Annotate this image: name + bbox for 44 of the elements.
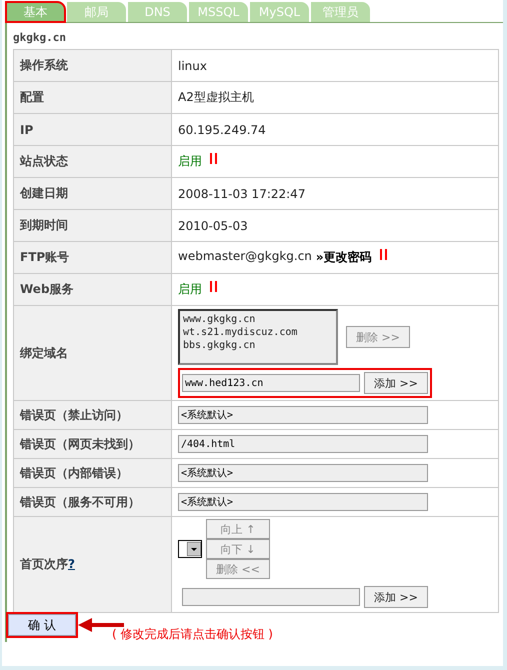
field-label: 创建日期 xyxy=(14,178,172,210)
dropdown-arrow-icon xyxy=(187,542,201,556)
field-value: 60.195.249.74 xyxy=(178,122,266,136)
field-label: FTP账号 xyxy=(14,242,172,274)
domain-item[interactable]: bbs.gkgkg.cn xyxy=(183,339,333,352)
pause-icon[interactable] xyxy=(210,153,217,164)
add-button[interactable]: 添加 >> xyxy=(364,586,428,608)
pause-icon[interactable] xyxy=(380,249,387,260)
pause-icon[interactable] xyxy=(210,281,217,292)
field-label: 错误页（服务不可用） xyxy=(14,488,172,516)
domain-item[interactable]: wt.s21.mydiscuz.com xyxy=(183,326,333,339)
help-link[interactable]: ? xyxy=(68,557,75,571)
field-value: linux xyxy=(178,58,207,72)
field-label: 错误页（网页未找到） xyxy=(14,430,172,458)
dropdown[interactable] xyxy=(178,540,202,558)
field-label: IP xyxy=(14,114,172,146)
field-label: 配置 xyxy=(14,82,172,114)
field-label: 错误页（内部错误） xyxy=(14,458,172,488)
input-field[interactable]: <系统默认> xyxy=(178,464,428,482)
field-label: 到期时间 xyxy=(14,210,172,242)
field-value: 2008-11-03 17:22:47 xyxy=(178,186,306,200)
input-field[interactable]: <系统默认> xyxy=(178,493,428,511)
status-text: 启用 xyxy=(178,153,202,170)
input-field[interactable]: <系统默认> xyxy=(178,406,428,424)
field-label: 首页次序 xyxy=(20,557,68,571)
input-field[interactable]: /404.html xyxy=(178,435,428,453)
field-label: 站点状态 xyxy=(14,146,172,178)
hint-text: ( 修改完成后请点击确认按钮 ) xyxy=(112,626,273,643)
field-label: 操作系统 xyxy=(14,50,172,82)
change-password-link[interactable]: »更改密码 xyxy=(316,249,372,266)
input-field[interactable] xyxy=(182,588,360,606)
site-title: gkgkg.cn xyxy=(13,31,67,46)
confirm-button[interactable]: 确 认 xyxy=(8,614,76,636)
status-text: 启用 xyxy=(178,281,202,298)
domain-list[interactable]: www.gkgkg.cn wt.s21.mydiscuz.com bbs.gkgkg.cn xyxy=(178,309,338,365)
domain-item[interactable]: www.gkgkg.cn xyxy=(183,313,333,326)
field-value: 2010-05-03 xyxy=(178,218,248,232)
field-label: Web服务 xyxy=(14,274,172,306)
field-label: 绑定域名 xyxy=(14,306,172,400)
input-field[interactable]: www.hed123.cn xyxy=(182,374,360,392)
add-button[interactable]: 添加 >> xyxy=(364,372,428,394)
field-label: 错误页（禁止访问） xyxy=(14,400,172,430)
field-value: A2型虚拟主机 xyxy=(178,90,254,104)
field-value: webmaster@gkgkg.cn xyxy=(178,249,312,263)
